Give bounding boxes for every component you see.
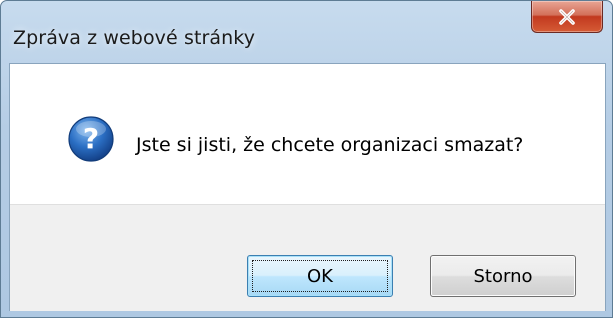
cancel-button-label: Storno xyxy=(473,265,533,287)
title-bar[interactable]: Zpráva z webové stránky xyxy=(1,1,612,63)
question-icon: ? xyxy=(67,115,115,163)
dialog-message: Jste si jisti, že chcete organizaci smaz… xyxy=(136,134,524,156)
dialog-title: Zpráva z webové stránky xyxy=(13,27,256,49)
close-icon xyxy=(557,8,577,26)
close-button[interactable] xyxy=(531,1,603,33)
ok-button[interactable]: OK xyxy=(247,255,393,297)
button-area: OK Storno xyxy=(10,204,605,311)
svg-text:?: ? xyxy=(83,122,99,155)
message-area: ? Jste si jisti, že chcete organizaci sm… xyxy=(10,64,605,204)
dialog-content: ? Jste si jisti, že chcete organizaci sm… xyxy=(9,63,606,311)
ok-button-label: OK xyxy=(307,265,333,287)
cancel-button[interactable]: Storno xyxy=(430,255,576,297)
dialog-window: Zpráva z webové stránky ? Jste si jisti,… xyxy=(0,0,613,318)
